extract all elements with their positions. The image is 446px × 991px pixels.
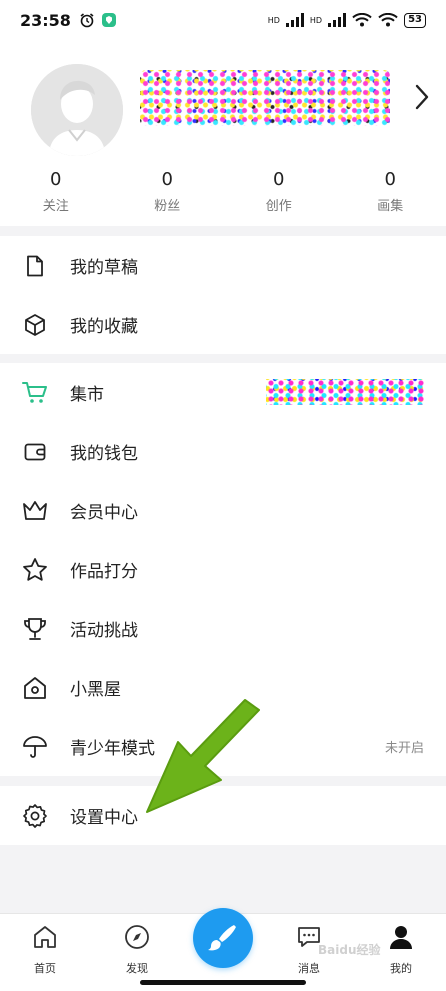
home-indicator[interactable]	[140, 980, 306, 985]
app-notification-icon	[101, 13, 116, 27]
status-time: 23:58	[20, 10, 71, 30]
profile-header[interactable]: 0 关注 0 粉丝 0 创作 0 画集	[0, 40, 446, 226]
stat-value: 0	[50, 169, 62, 190]
menu-label: 活动挑战	[70, 621, 138, 641]
box-icon	[22, 312, 48, 338]
gear-icon	[22, 803, 48, 829]
star-icon	[22, 557, 48, 583]
menu-label: 我的钱包	[70, 444, 138, 464]
menu-item-blackroom[interactable]: 小黑屋	[0, 658, 446, 717]
stat-following[interactable]: 0 关注	[0, 168, 112, 214]
menu-section-top: 我的草稿 我的收藏	[0, 236, 446, 354]
menu-label: 我的收藏	[70, 317, 138, 337]
nav-item-home[interactable]: 首页	[10, 924, 80, 976]
compass-icon	[125, 925, 149, 949]
signal-icon	[285, 13, 304, 27]
stat-label: 粉丝	[154, 199, 181, 214]
menu-item-favorites[interactable]: 我的收藏	[0, 295, 446, 354]
watermark: Baidu经验	[318, 943, 381, 957]
brush-icon	[208, 925, 236, 951]
menu-section-main: 集市 我的钱包 会员中心 作品打分 活动挑战 小黑屋 青少年模式 未开启	[0, 363, 446, 776]
home-icon	[34, 926, 56, 948]
nav-label: 发现	[126, 962, 148, 975]
menu-label: 作品打分	[70, 562, 138, 582]
stat-value: 0	[161, 169, 173, 190]
cart-icon	[22, 380, 48, 406]
trophy-icon	[22, 616, 48, 642]
stats-row: 0 关注 0 粉丝 0 创作 0 画集	[0, 168, 446, 214]
menu-label: 设置中心	[70, 808, 138, 828]
battery-indicator: 53	[404, 12, 426, 28]
stat-label: 创作	[265, 199, 292, 214]
menu-label: 会员中心	[70, 503, 138, 523]
menu-item-rating[interactable]: 作品打分	[0, 540, 446, 599]
house-icon	[22, 675, 48, 701]
signal-icon-2	[328, 13, 347, 27]
wifi-icon-2	[378, 13, 398, 27]
avatar[interactable]	[31, 64, 123, 156]
wallet-icon	[22, 439, 48, 465]
menu-item-drafts[interactable]: 我的草稿	[0, 236, 446, 295]
username-redacted	[140, 70, 390, 126]
draft-icon	[22, 253, 48, 279]
signal-hd-label-1: HD	[267, 15, 280, 25]
menu-item-settings[interactable]: 设置中心	[0, 786, 446, 845]
menu-item-challenges[interactable]: 活动挑战	[0, 599, 446, 658]
nav-label: 首页	[34, 962, 56, 975]
nav-item-discover[interactable]: 发现	[102, 924, 172, 976]
stat-followers[interactable]: 0 粉丝	[112, 168, 224, 214]
nav-label: 我的	[390, 962, 412, 975]
menu-label: 青少年模式	[70, 739, 155, 759]
stat-creations[interactable]: 0 创作	[223, 168, 335, 214]
status-bar: 23:58 HD HD 53	[0, 0, 446, 40]
menu-label: 小黑屋	[70, 680, 121, 700]
menu-item-market[interactable]: 集市	[0, 363, 446, 422]
signal-hd-label-2: HD	[309, 15, 323, 25]
umbrella-icon	[22, 734, 48, 760]
stat-value: 0	[273, 169, 285, 190]
market-info-redacted	[266, 379, 424, 405]
menu-label: 我的草稿	[70, 258, 138, 278]
default-avatar-icon	[31, 64, 123, 156]
stat-label: 画集	[377, 199, 404, 214]
stat-albums[interactable]: 0 画集	[335, 168, 446, 214]
stat-value: 0	[384, 169, 396, 190]
menu-item-wallet[interactable]: 我的钱包	[0, 422, 446, 481]
menu-item-vip-center[interactable]: 会员中心	[0, 481, 446, 540]
teen-mode-status: 未开启	[384, 741, 424, 756]
profile-icon	[390, 926, 412, 949]
chevron-right-icon[interactable]	[412, 82, 432, 112]
nav-label: 消息	[298, 962, 320, 975]
menu-item-teen-mode[interactable]: 青少年模式 未开启	[0, 717, 446, 776]
menu-section-settings: 设置中心	[0, 786, 446, 845]
wifi-icon	[352, 13, 372, 27]
alarm-icon	[80, 13, 94, 28]
stat-label: 关注	[42, 199, 69, 214]
create-button[interactable]	[193, 908, 253, 968]
crown-icon	[22, 498, 48, 524]
menu-label: 集市	[70, 385, 104, 405]
